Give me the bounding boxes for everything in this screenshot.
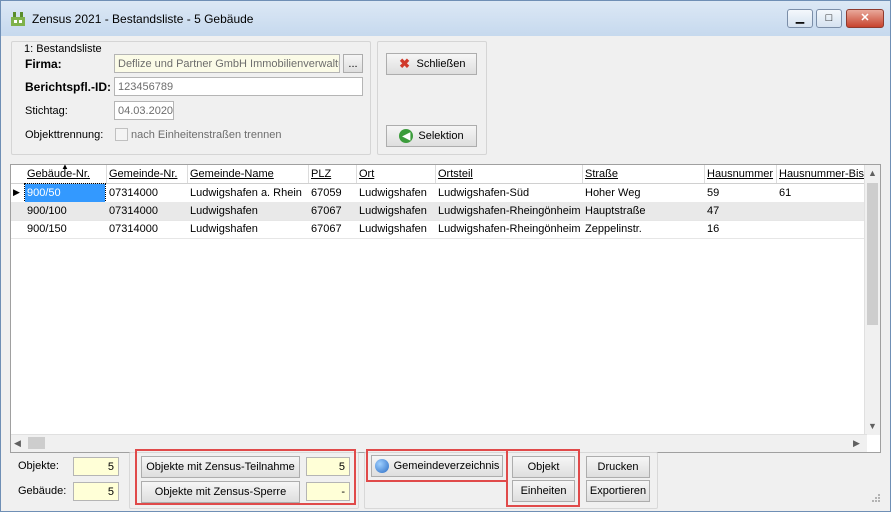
column-header-gemeinde-nr[interactable]: Gemeinde-Nr. bbox=[107, 165, 188, 183]
objekttrennung-checkbox[interactable] bbox=[115, 128, 128, 141]
column-header-hausnummer-bis[interactable]: Hausnummer-Bis bbox=[777, 165, 867, 183]
zensus-sperre-count: - bbox=[306, 482, 350, 501]
gemeindeverzeichnis-label: Gemeindeverzeichnis bbox=[393, 460, 500, 472]
berichtspfl-field[interactable]: 123456789 bbox=[114, 77, 363, 96]
scroll-right-icon[interactable]: ▶ bbox=[853, 438, 860, 449]
cell-gemeinde-nr[interactable]: 07314000 bbox=[107, 220, 188, 238]
current-row-indicator-icon: ▶ bbox=[13, 187, 20, 197]
cell-gemeinde-name[interactable]: Ludwigshafen a. Rhein bbox=[188, 184, 309, 202]
vertical-scroll-thumb[interactable] bbox=[867, 183, 878, 325]
gemeindeverzeichnis-button[interactable]: Gemeindeverzeichnis bbox=[371, 455, 503, 477]
gebaeude-label: Gebäude: bbox=[18, 485, 67, 497]
objekttrennung-label: Objekttrennung: bbox=[25, 129, 104, 141]
window-title: Zensus 2021 - Bestandsliste - 5 Gebäude bbox=[32, 12, 254, 26]
objekttrennung-option-label: nach Einheitenstraßen trennen bbox=[131, 129, 282, 141]
sort-ascending-icon: ▲ bbox=[61, 162, 69, 171]
cell-hausnummer-bis[interactable] bbox=[777, 220, 867, 238]
minimize-button[interactable]: ▁ bbox=[787, 9, 813, 28]
schliessen-label: Schließen bbox=[416, 58, 466, 70]
column-header-hausnummer[interactable]: Hausnummer bbox=[705, 165, 777, 183]
cell-strasse[interactable]: Hauptstraße bbox=[583, 202, 705, 220]
stichtag-field[interactable]: 04.03.2020 bbox=[114, 101, 174, 120]
zensus-teilnahme-button[interactable]: Objekte mit Zensus-Teilnahme bbox=[141, 456, 300, 478]
column-header-ortsteil[interactable]: Ortsteil bbox=[436, 165, 583, 183]
zensus-sperre-button[interactable]: Objekte mit Zensus-Sperre bbox=[141, 481, 300, 503]
column-header-plz[interactable]: PLZ bbox=[309, 165, 357, 183]
cell-ort[interactable]: Ludwigshafen bbox=[357, 220, 436, 238]
exportieren-button[interactable]: Exportieren bbox=[586, 480, 650, 502]
einheiten-button[interactable]: Einheiten bbox=[512, 480, 575, 502]
column-header-strasse[interactable]: Straße bbox=[583, 165, 705, 183]
cell-ortsteil[interactable]: Ludwigshafen-Rheingönheim bbox=[436, 202, 583, 220]
bestand-table[interactable]: Gebäude-Nr. Gemeinde-Nr. Gemeinde-Name P… bbox=[10, 162, 881, 453]
maximize-button[interactable]: □ bbox=[816, 9, 842, 28]
cell-gemeinde-nr[interactable]: 07314000 bbox=[107, 202, 188, 220]
cell-gebaeude-nr[interactable]: 900/100 bbox=[25, 202, 105, 220]
cell-gemeinde-name[interactable]: Ludwigshafen bbox=[188, 220, 309, 238]
firma-field[interactable]: Deflize und Partner GmbH Immobilienverwa… bbox=[114, 54, 340, 73]
vertical-scrollbar[interactable]: ▲ ▼ bbox=[864, 165, 880, 435]
actions-group: ✖ Schließen ◀ Selektion bbox=[377, 41, 487, 155]
scroll-down-icon[interactable]: ▼ bbox=[868, 421, 877, 431]
selektion-button[interactable]: ◀ Selektion bbox=[386, 125, 477, 147]
table-row[interactable]: 900/150 07314000 Ludwigshafen 67067 Ludw… bbox=[11, 220, 867, 239]
group-label: 1: Bestandsliste bbox=[24, 43, 102, 55]
cell-hausnummer-bis[interactable] bbox=[777, 202, 867, 220]
selektion-label: Selektion bbox=[418, 130, 464, 142]
cell-ortsteil[interactable]: Ludwigshafen-Süd bbox=[436, 184, 583, 202]
cell-strasse[interactable]: Hoher Weg bbox=[583, 184, 705, 202]
stichtag-label: Stichtag: bbox=[25, 105, 68, 117]
cell-gebaeude-nr[interactable]: 900/50 bbox=[24, 183, 106, 203]
application-window: Zensus 2021 - Bestandsliste - 5 Gebäude … bbox=[0, 0, 891, 512]
cell-gebaeude-nr[interactable]: 900/150 bbox=[25, 220, 105, 238]
objekt-button[interactable]: Objekt bbox=[512, 456, 575, 478]
schliessen-button[interactable]: ✖ Schließen bbox=[386, 53, 477, 75]
cell-hausnummer[interactable]: 59 bbox=[705, 184, 777, 202]
cell-hausnummer-bis[interactable]: 61 bbox=[777, 184, 867, 202]
column-header-gemeinde-name[interactable]: Gemeinde-Name bbox=[188, 165, 309, 183]
table-row[interactable]: ▶ 900/50 07314000 Ludwigshafen a. Rhein … bbox=[11, 183, 867, 203]
cell-ort[interactable]: Ludwigshafen bbox=[357, 202, 436, 220]
cell-plz[interactable]: 67067 bbox=[309, 202, 357, 220]
drucken-button[interactable]: Drucken bbox=[586, 456, 650, 478]
objekte-count: 5 bbox=[73, 457, 119, 476]
gebaeude-count: 5 bbox=[73, 482, 119, 501]
client-area: 1: Bestandsliste Firma: Deflize und Part… bbox=[9, 36, 882, 509]
title-bar: Zensus 2021 - Bestandsliste - 5 Gebäude … bbox=[1, 1, 890, 36]
close-x-icon: ✖ bbox=[399, 56, 410, 71]
cell-plz[interactable]: 67067 bbox=[309, 220, 357, 238]
cell-hausnummer[interactable]: 47 bbox=[705, 202, 777, 220]
back-arrow-icon: ◀ bbox=[399, 129, 414, 143]
table-header: Gebäude-Nr. Gemeinde-Nr. Gemeinde-Name P… bbox=[11, 162, 867, 184]
cell-gemeinde-name[interactable]: Ludwigshafen bbox=[188, 202, 309, 220]
bestandsliste-group: 1: Bestandsliste Firma: Deflize und Part… bbox=[11, 41, 371, 155]
objekte-label: Objekte: bbox=[18, 460, 59, 472]
globe-icon bbox=[374, 459, 389, 473]
zensus-teilnahme-count: 5 bbox=[306, 457, 350, 476]
cell-strasse[interactable]: Zeppelinstr. bbox=[583, 220, 705, 238]
app-icon bbox=[11, 12, 25, 26]
resize-grip-icon[interactable] bbox=[871, 493, 881, 503]
close-window-button[interactable]: ✕ bbox=[846, 9, 884, 28]
scroll-up-icon[interactable]: ▲ bbox=[868, 168, 877, 178]
firma-browse-button[interactable]: ... bbox=[343, 54, 363, 73]
cell-hausnummer[interactable]: 16 bbox=[705, 220, 777, 238]
scroll-left-icon[interactable]: ◀ bbox=[14, 438, 21, 449]
cell-gemeinde-nr[interactable]: 07314000 bbox=[107, 184, 188, 202]
cell-ortsteil[interactable]: Ludwigshafen-Rheingönheim bbox=[436, 220, 583, 238]
table-row[interactable]: 900/100 07314000 Ludwigshafen 67067 Ludw… bbox=[11, 202, 867, 221]
berichtspfl-label: Berichtspfl.-ID: bbox=[25, 80, 112, 94]
horizontal-scroll-thumb[interactable] bbox=[28, 437, 45, 449]
firma-label: Firma: bbox=[25, 57, 62, 71]
column-header-ort[interactable]: Ort bbox=[357, 165, 436, 183]
cell-ort[interactable]: Ludwigshafen bbox=[357, 184, 436, 202]
cell-plz[interactable]: 67059 bbox=[309, 184, 357, 202]
